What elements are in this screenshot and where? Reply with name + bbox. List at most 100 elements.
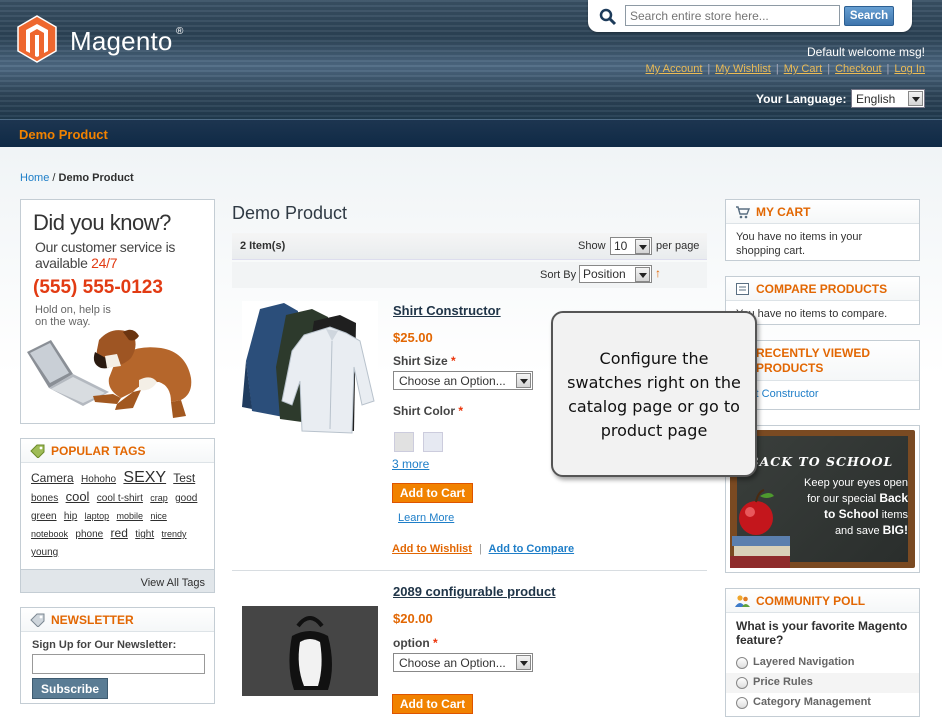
- bts-title: BACK TO SCHOOL: [748, 454, 894, 469]
- apple-books-icon: [730, 489, 790, 568]
- radio-button[interactable]: [736, 657, 748, 669]
- popular-tags-block: POPULAR TAGS Camera Hohoho SEXY Test bon…: [20, 438, 215, 593]
- color-swatch[interactable]: [394, 432, 414, 452]
- my-cart-block: MY CART You have no items in your shoppi…: [725, 199, 920, 261]
- nav-title[interactable]: Demo Product: [19, 127, 108, 142]
- tag-icon: [30, 444, 45, 458]
- bts-line3: items: [881, 509, 908, 521]
- breadcrumb-home[interactable]: Home: [20, 172, 49, 184]
- add-to-compare-link[interactable]: Add to Compare: [489, 543, 575, 555]
- tag-link[interactable]: hip: [64, 511, 77, 522]
- top-links: My Account | My Wishlist | My Cart | Checkout |…: [646, 63, 925, 75]
- product-name-link[interactable]: 2089 configurable product: [393, 584, 556, 599]
- tag-link[interactable]: trendy: [161, 529, 186, 539]
- option-label-text: Shirt Color: [393, 404, 455, 418]
- log-in-link[interactable]: Log In: [894, 63, 925, 75]
- sort-value: Position: [583, 267, 626, 281]
- tag-link[interactable]: crap: [150, 493, 168, 503]
- limit-select[interactable]: 10: [610, 237, 652, 255]
- poll-question: What is your favorite Magento feature?: [736, 619, 908, 647]
- bts-line4-bold: BIG!: [882, 523, 908, 537]
- option-value: Choose an Option...: [399, 656, 506, 670]
- radio-button[interactable]: [736, 677, 748, 689]
- view-all-tags-link[interactable]: View All Tags: [141, 577, 205, 589]
- bts-line3-bold: to School: [823, 507, 879, 521]
- option-select[interactable]: Choose an Option...: [393, 653, 533, 672]
- show-label: Show: [578, 240, 606, 252]
- tag-link[interactable]: SEXY: [123, 469, 166, 486]
- my-account-link[interactable]: My Account: [646, 63, 703, 75]
- my-cart-body: You have no items in your shopping cart.: [736, 231, 863, 257]
- tag-link[interactable]: cool: [66, 489, 90, 504]
- tag-link[interactable]: young: [31, 547, 58, 558]
- nav-bar: Demo Product: [0, 119, 942, 147]
- language-label: Your Language:: [756, 92, 847, 106]
- did-you-know-banner[interactable]: Did you know? Our customer service is av…: [20, 199, 215, 424]
- tag-link[interactable]: green: [31, 511, 57, 522]
- language-value: English: [856, 92, 896, 106]
- tag-link[interactable]: Hohoho: [81, 474, 116, 485]
- poll-option[interactable]: Layered Navigation: [726, 653, 919, 673]
- add-to-wishlist-link[interactable]: Add to Wishlist: [392, 543, 472, 555]
- tag-link[interactable]: nice: [150, 511, 167, 521]
- search-icon: [599, 8, 617, 26]
- compare-list-icon: [736, 283, 749, 295]
- option-label-shirt-color: Shirt Color *: [393, 404, 463, 418]
- envelope-tag-icon: [30, 613, 45, 627]
- tag-link[interactable]: mobile: [117, 511, 144, 521]
- sort-by-label: Sort By: [540, 269, 577, 281]
- magento-logo-icon[interactable]: [17, 15, 57, 63]
- product-image-shirts[interactable]: [242, 301, 378, 435]
- chevron-down-icon: [635, 239, 650, 254]
- page-title: Demo Product: [232, 203, 348, 223]
- poll-option[interactable]: Category Management: [726, 693, 919, 713]
- tag-link[interactable]: bones: [31, 493, 58, 504]
- checkout-link[interactable]: Checkout: [835, 63, 881, 75]
- shirt-size-select[interactable]: Choose an Option...: [393, 371, 533, 390]
- search-input[interactable]: [625, 5, 840, 26]
- option-label-text: option: [393, 636, 430, 650]
- required-mark: *: [433, 636, 438, 650]
- chevron-down-icon: [908, 91, 923, 106]
- language-select[interactable]: English: [851, 89, 925, 108]
- link-separator: |: [827, 63, 831, 75]
- product-image-bag[interactable]: [242, 606, 378, 696]
- popular-tags-title: POPULAR TAGS: [51, 444, 146, 458]
- add-to-cart-button[interactable]: Add to Cart: [392, 694, 473, 714]
- chevron-down-icon: [516, 655, 531, 670]
- tag-link[interactable]: Camera: [31, 471, 74, 485]
- sort-direction-arrow-icon[interactable]: ↑: [655, 266, 661, 280]
- my-wishlist-link[interactable]: My Wishlist: [715, 63, 771, 75]
- my-cart-title: MY CART: [756, 205, 811, 219]
- learn-more-link[interactable]: Learn More: [398, 512, 454, 524]
- tag-link[interactable]: notebook: [31, 529, 68, 539]
- newsletter-header: NEWSLETTER: [21, 608, 214, 632]
- sort-select[interactable]: Position: [579, 265, 652, 283]
- tag-link[interactable]: tight: [135, 529, 154, 540]
- color-swatch[interactable]: [423, 432, 443, 452]
- tag-link[interactable]: Test: [173, 471, 195, 485]
- poll-title: COMMUNITY POLL: [756, 594, 866, 608]
- my-cart-header: MY CART: [726, 200, 919, 224]
- my-cart-link[interactable]: My Cart: [784, 63, 823, 75]
- search-button[interactable]: Search: [844, 6, 894, 26]
- newsletter-email-input[interactable]: [32, 654, 205, 674]
- per-page-label: per page: [656, 240, 700, 252]
- tag-link[interactable]: red: [111, 526, 128, 540]
- add-to-cart-button[interactable]: Add to Cart: [392, 483, 473, 503]
- more-swatches-link[interactable]: 3 more: [392, 457, 429, 471]
- poll-header: COMMUNITY POLL: [726, 589, 919, 613]
- tag-link[interactable]: cool t-shirt: [97, 493, 143, 504]
- poll-option[interactable]: Price Rules: [726, 673, 919, 693]
- logo-text[interactable]: Magento: [70, 26, 173, 57]
- tag-link[interactable]: good: [175, 493, 197, 504]
- product-name-link[interactable]: Shirt Constructor: [393, 303, 501, 318]
- compare-title: COMPARE PRODUCTS: [756, 282, 888, 296]
- subscribe-button[interactable]: Subscribe: [32, 678, 108, 699]
- link-separator: |: [775, 63, 779, 75]
- radio-button[interactable]: [736, 697, 748, 709]
- tag-link[interactable]: phone: [75, 529, 103, 540]
- dyk-title: Did you know?: [33, 210, 171, 235]
- product-divider: [232, 570, 707, 571]
- tag-link[interactable]: laptop: [85, 511, 110, 521]
